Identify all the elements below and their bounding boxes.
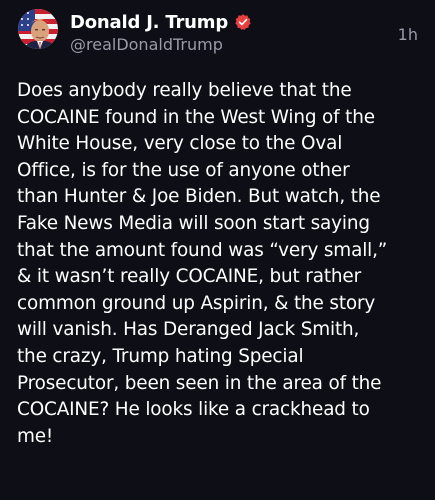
post-body-line: the crazy, Trump hating Special xyxy=(17,345,304,367)
post-body-line: Office, is for the use of anyone other xyxy=(17,159,350,181)
profile-avatar[interactable] xyxy=(18,9,58,49)
post-body-line: COCAINE found in the West Wing of the xyxy=(17,106,375,128)
post-body-line: than Hunter & Joe Biden. But watch, the xyxy=(17,186,381,208)
post-body: Does anybody really believe that the COC… xyxy=(17,78,425,450)
avatar-image xyxy=(18,9,58,49)
author-display-name[interactable]: Donald J. Trump xyxy=(70,12,228,33)
verified-badge-icon xyxy=(234,13,252,31)
author-name-row: Donald J. Trump xyxy=(70,9,252,35)
post-body-line: will vanish. Has Deranged Jack Smith, xyxy=(17,319,360,341)
post-body-line: Prosecutor, been seen in the area of the xyxy=(17,372,382,394)
post-card: Donald J. Trump @realDonaldTrump 1h Does… xyxy=(0,0,435,500)
post-body-line: & it wasn’t really COCAINE, but rather xyxy=(17,266,361,288)
post-timestamp[interactable]: 1h xyxy=(398,25,418,44)
post-body-line: Does anybody really believe that the xyxy=(17,80,352,101)
post-body-line: me! xyxy=(17,425,54,447)
post-body-line: that the amount found was “very small,” xyxy=(17,239,388,261)
post-body-line: White House, very close to the Oval xyxy=(17,133,343,155)
post-body-line: common ground up Aspirin, & the story xyxy=(17,292,376,314)
post-body-line: COCAINE? He looks like a crackhead to xyxy=(17,399,370,421)
post-body-line: Fake News Media will soon start saying xyxy=(17,212,370,234)
author-handle[interactable]: @realDonaldTrump xyxy=(70,35,223,54)
